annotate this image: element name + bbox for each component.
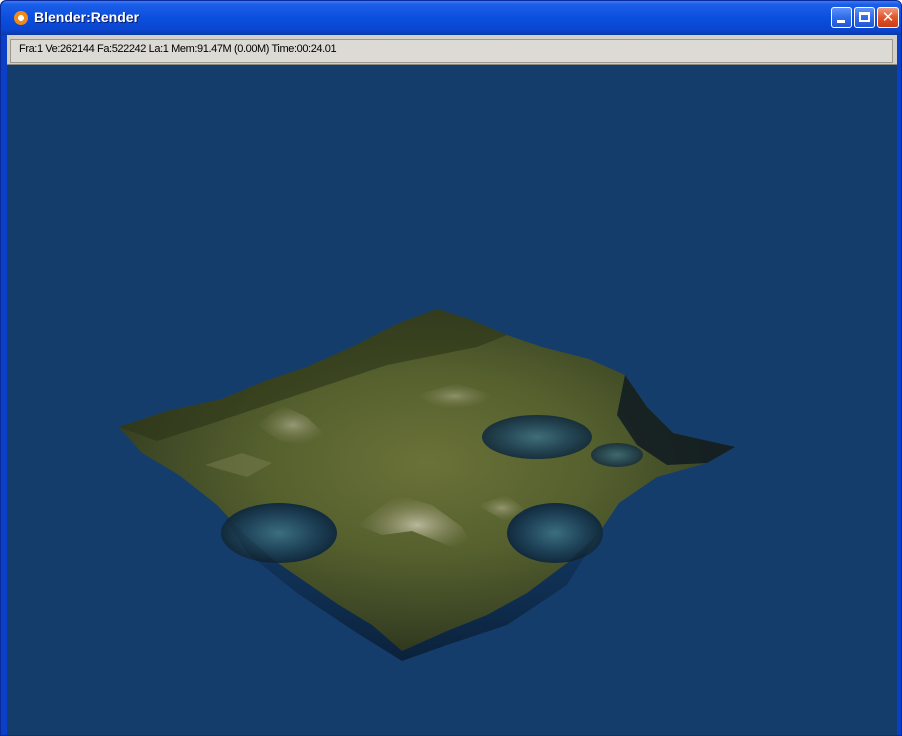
- maximize-icon: [859, 12, 870, 22]
- terrain-mesh: [119, 309, 735, 651]
- maximize-button[interactable]: [854, 7, 875, 28]
- close-button[interactable]: ✕: [877, 7, 899, 28]
- blender-logo-icon: [14, 11, 28, 25]
- title-bar[interactable]: Blender:Render ✕: [1, 1, 901, 35]
- blender-render-window: Blender:Render ✕ Fra:1 Ve:262144 Fa:5222…: [0, 0, 902, 736]
- minimize-button[interactable]: [831, 7, 852, 28]
- render-viewport: [7, 65, 897, 735]
- render-status-text: Fra:1 Ve:262144 Fa:522242 La:1 Mem:91.47…: [19, 43, 337, 55]
- lake-upper: [482, 415, 592, 459]
- close-icon: ✕: [881, 8, 895, 26]
- minimize-icon: [837, 20, 845, 23]
- render-status-bar: Fra:1 Ve:262144 Fa:522242 La:1 Mem:91.47…: [7, 35, 897, 65]
- rendered-terrain-image: [119, 309, 735, 661]
- render-status-panel: Fra:1 Ve:262144 Fa:522242 La:1 Mem:91.47…: [10, 39, 893, 63]
- window-client-area: Fra:1 Ve:262144 Fa:522242 La:1 Mem:91.47…: [7, 35, 897, 735]
- window-title: Blender:Render: [34, 9, 140, 25]
